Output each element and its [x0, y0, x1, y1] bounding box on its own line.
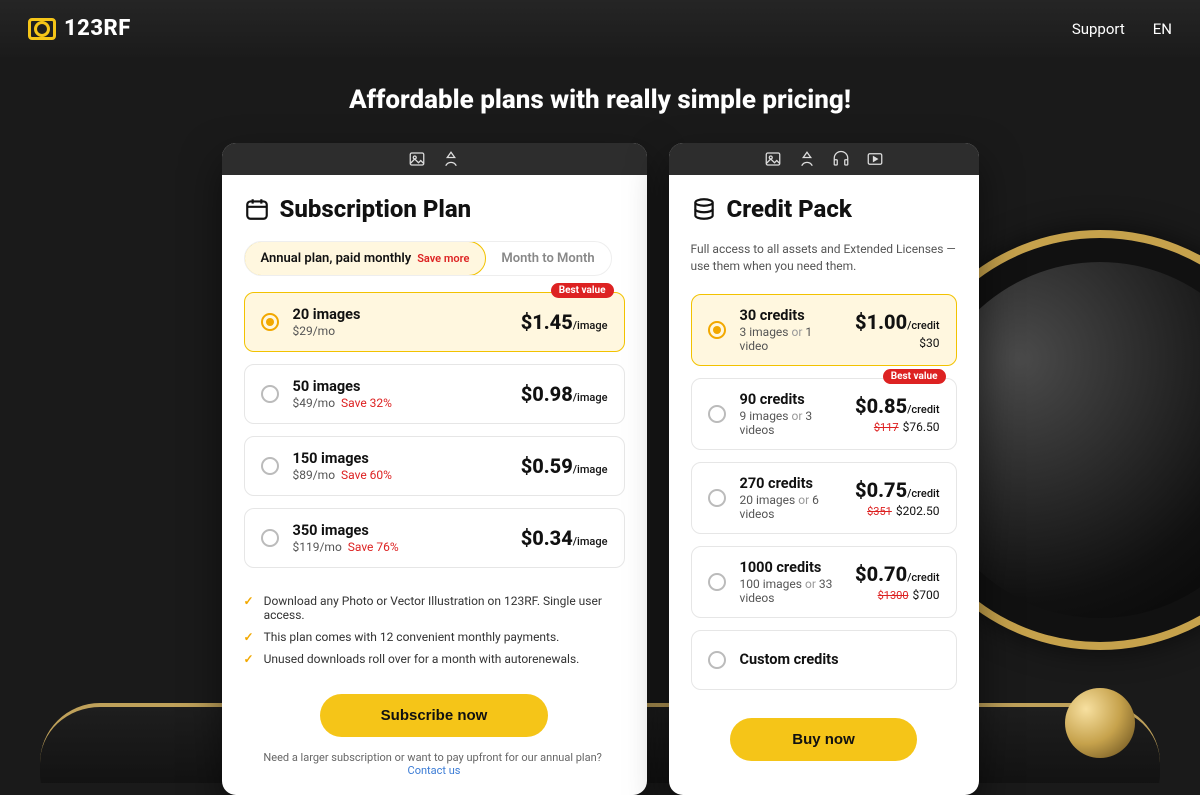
camera-icon	[28, 18, 56, 40]
radio-icon	[708, 405, 726, 423]
best-value-badge: Best value	[551, 283, 614, 298]
credit-option-270[interactable]: 270 credits 20 images or 6 videos $0.75/…	[691, 462, 957, 534]
sub-option-150[interactable]: 150 images $89/mo Save 60% $0.59/image	[244, 436, 625, 496]
radio-icon	[708, 573, 726, 591]
radio-icon	[261, 457, 279, 475]
image-icon	[408, 150, 426, 168]
hero-title: Affordable plans with really simple pric…	[349, 85, 851, 115]
credit-option-1000[interactable]: 1000 credits 100 images or 33 videos $0.…	[691, 546, 957, 618]
brand-name: 123RF	[64, 16, 131, 41]
check-icon: ✓	[244, 630, 254, 644]
radio-icon	[708, 651, 726, 669]
contact-us-link[interactable]: Contact us	[408, 764, 461, 777]
top-bar: 123RF Support EN	[0, 0, 1200, 57]
vector-icon	[442, 150, 460, 168]
image-icon	[764, 150, 782, 168]
language-selector[interactable]: EN	[1153, 20, 1172, 38]
vector-icon	[798, 150, 816, 168]
stack-icon	[691, 196, 717, 222]
radio-icon	[708, 489, 726, 507]
audio-icon	[832, 150, 850, 168]
subscription-footnote: Need a larger subscription or want to pa…	[244, 751, 625, 777]
support-link[interactable]: Support	[1072, 20, 1125, 38]
subscription-card: Subscription Plan Annual plan, paid mont…	[222, 143, 647, 795]
brand-logo[interactable]: 123RF	[28, 16, 131, 41]
main-content: Affordable plans with really simple pric…	[0, 57, 1200, 795]
radio-icon	[261, 385, 279, 403]
monthly-toggle[interactable]: Month to Month	[485, 242, 610, 275]
buy-button[interactable]: Buy now	[730, 718, 916, 761]
calendar-icon	[244, 196, 270, 222]
top-nav: Support EN	[1072, 20, 1172, 38]
card-header-icons	[669, 143, 979, 175]
check-icon: ✓	[244, 652, 254, 666]
best-value-badge: Best value	[883, 369, 946, 384]
sub-option-50[interactable]: 50 images $49/mo Save 32% $0.98/image	[244, 364, 625, 424]
billing-toggle: Annual plan, paid monthly Save more Mont…	[244, 241, 612, 276]
credit-option-30[interactable]: 30 credits 3 images or 1 video $1.00/cre…	[691, 294, 957, 366]
card-header-icons	[222, 143, 647, 175]
sub-option-20[interactable]: Best value 20 images $29/mo $1.45/image	[244, 292, 625, 352]
credit-option-90[interactable]: Best value 90 credits 9 images or 3 vide…	[691, 378, 957, 450]
credit-description: Full access to all assets and Extended L…	[691, 241, 957, 276]
radio-icon	[261, 313, 279, 331]
credit-card: Credit Pack Full access to all assets an…	[669, 143, 979, 795]
sub-option-350[interactable]: 350 images $119/mo Save 76% $0.34/image	[244, 508, 625, 568]
subscription-title: Subscription Plan	[244, 195, 625, 223]
subscribe-button[interactable]: Subscribe now	[320, 694, 549, 737]
annual-toggle[interactable]: Annual plan, paid monthly Save more	[244, 241, 487, 276]
subscription-features: ✓Download any Photo or Vector Illustrati…	[244, 586, 625, 674]
video-icon	[866, 150, 884, 168]
radio-icon	[708, 321, 726, 339]
credit-title: Credit Pack	[691, 195, 957, 223]
check-icon: ✓	[244, 594, 254, 608]
credit-option-custom[interactable]: Custom credits	[691, 630, 957, 690]
radio-icon	[261, 529, 279, 547]
